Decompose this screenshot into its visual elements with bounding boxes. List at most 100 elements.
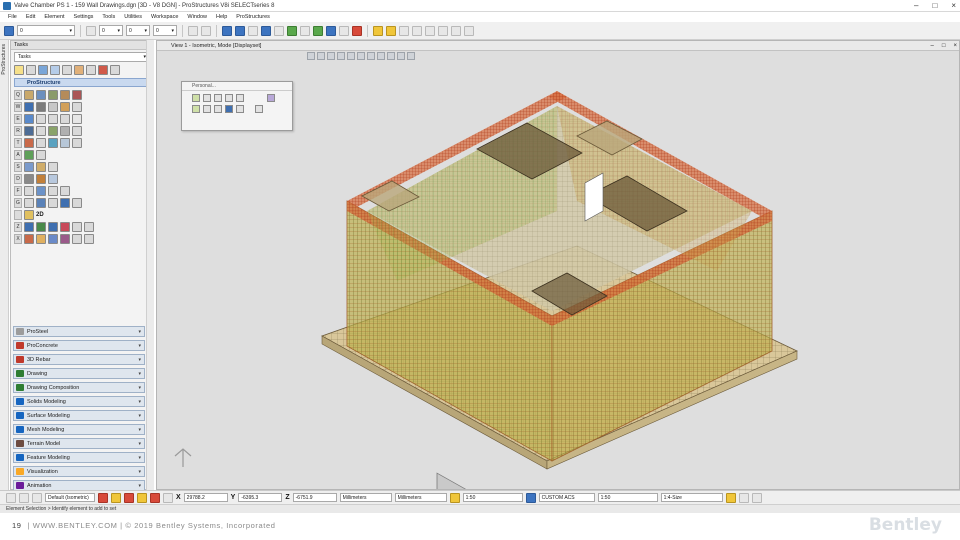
settings-icon[interactable]	[48, 126, 58, 136]
menu-window[interactable]: Window	[187, 14, 207, 20]
plot-icon[interactable]	[60, 198, 70, 208]
references-icon[interactable]	[248, 25, 258, 36]
no-entry-icon[interactable]	[352, 25, 362, 36]
lock-toggle-icon[interactable]	[449, 492, 460, 503]
join-icon[interactable]	[60, 114, 70, 124]
dimension-icon[interactable]	[36, 186, 46, 196]
fill-tool-icon[interactable]	[225, 105, 233, 113]
text-icon[interactable]	[48, 186, 58, 196]
task-item[interactable]: ProConcrete ▾	[13, 340, 145, 351]
acs-icon[interactable]	[525, 492, 536, 503]
center-icon[interactable]	[137, 492, 147, 503]
footing-icon[interactable]	[72, 90, 82, 100]
2d-icon[interactable]	[24, 210, 34, 220]
arrow-icon[interactable]	[72, 222, 82, 232]
line-icon[interactable]	[48, 162, 58, 172]
snap-icon[interactable]	[32, 492, 42, 503]
menu-prostructures[interactable]: ProStructures	[236, 14, 270, 20]
task-item[interactable]: Drawing ▾	[13, 368, 145, 379]
beam-icon[interactable]	[24, 90, 34, 100]
menu-edit[interactable]: Edit	[26, 14, 35, 20]
intersection-icon[interactable]	[150, 492, 160, 503]
display-styles-icon[interactable]	[274, 25, 284, 36]
tool-icon[interactable]	[24, 234, 34, 244]
rebar-set-icon[interactable]	[36, 138, 46, 148]
mirror-icon[interactable]	[86, 65, 96, 75]
ramp-icon[interactable]	[60, 102, 70, 112]
maximize-button[interactable]: □	[932, 1, 937, 10]
measure-icon[interactable]	[339, 25, 349, 36]
robot-icon[interactable]	[60, 126, 70, 136]
view-select[interactable]: Default (Isometric)	[45, 493, 95, 502]
place-circle-icon[interactable]	[225, 94, 233, 102]
task-item[interactable]: 3D Rebar ▾	[13, 354, 145, 365]
catalog-icon[interactable]	[48, 234, 58, 244]
menu-tools[interactable]: Tools	[102, 14, 115, 20]
x-field[interactable]: 29788.2	[183, 493, 228, 502]
sheet-icon[interactable]	[48, 174, 58, 184]
shape-icon[interactable]	[24, 102, 34, 112]
template-icon[interactable]	[24, 174, 34, 184]
levels-icon[interactable]	[261, 25, 271, 36]
grid-icon[interactable]	[399, 25, 409, 36]
drawing-icon[interactable]	[36, 198, 46, 208]
tasks-scrollbar[interactable]	[146, 40, 154, 490]
modify-icon[interactable]	[62, 65, 72, 75]
rotate-icon[interactable]	[26, 65, 36, 75]
task-item[interactable]: Drawing Composition ▾	[13, 382, 145, 393]
task-item[interactable]: Solids Modeling ▾	[13, 396, 145, 407]
task-item[interactable]: Mesh Modeling ▾	[13, 424, 145, 435]
acs-select[interactable]: CUSTOM ACS	[538, 493, 595, 502]
save-icon[interactable]	[222, 25, 232, 36]
note-icon[interactable]	[60, 186, 70, 196]
unit-select-2[interactable]: Millimeters	[394, 493, 447, 502]
task-item[interactable]: ProSteel ▾	[13, 326, 145, 337]
trim-tool-icon[interactable]	[236, 105, 244, 113]
wall-icon[interactable]	[48, 90, 58, 100]
stair-icon[interactable]	[48, 102, 58, 112]
document-icon[interactable]	[72, 114, 82, 124]
hatch-icon[interactable]	[412, 25, 422, 36]
library-icon[interactable]	[36, 234, 46, 244]
menu-help[interactable]: Help	[216, 14, 227, 20]
menu-element[interactable]: Element	[44, 14, 64, 20]
export-icon[interactable]	[84, 222, 94, 232]
scale-select-2[interactable]: 1:50	[597, 493, 658, 502]
render-icon[interactable]	[313, 25, 323, 36]
lock-status-icon[interactable]	[751, 492, 762, 503]
cluster-icon[interactable]	[60, 234, 70, 244]
view-window[interactable]: View 1 - Isometric, Mode [Displayset] – …	[156, 40, 960, 490]
prostructure-section-header[interactable]: ProStructure	[14, 78, 150, 87]
color-swatch-icon[interactable]	[86, 25, 96, 36]
frame-icon[interactable]	[24, 198, 34, 208]
label-icon[interactable]	[72, 126, 82, 136]
tasks-select[interactable]: Tasks ▾	[14, 52, 150, 62]
slab-icon[interactable]	[60, 90, 70, 100]
view-icon[interactable]	[36, 150, 46, 160]
copy-tool-icon[interactable]	[203, 105, 211, 113]
cylinder-icon[interactable]	[36, 162, 46, 172]
menu-workspace[interactable]: Workspace	[151, 14, 178, 20]
view-minimize-button[interactable]: –	[931, 43, 934, 49]
clock-icon[interactable]	[24, 186, 34, 196]
add-icon[interactable]	[24, 114, 34, 124]
edit-icon[interactable]	[72, 102, 82, 112]
detail-icon[interactable]	[24, 222, 34, 232]
copy-icon[interactable]	[50, 65, 60, 75]
models-icon[interactable]	[235, 25, 245, 36]
element-selection-icon[interactable]	[4, 25, 14, 36]
style-select[interactable]: 0 ▾	[153, 25, 177, 36]
grid-toggle-icon[interactable]	[738, 492, 749, 503]
offset-tool-icon[interactable]	[214, 105, 222, 113]
task-item[interactable]: Surface Modeling ▾	[13, 410, 145, 421]
attributes-icon[interactable]	[110, 65, 120, 75]
opening-icon[interactable]	[36, 102, 46, 112]
lock-icon[interactable]	[98, 492, 108, 503]
document-tool-icon[interactable]	[255, 105, 263, 113]
close-button[interactable]: ×	[951, 1, 956, 10]
keypoint-icon[interactable]	[111, 492, 121, 503]
cloud-icon[interactable]	[72, 234, 82, 244]
color-select[interactable]: 0 ▾	[99, 25, 123, 36]
wall-opening[interactable]	[436, 472, 476, 490]
person-icon[interactable]	[24, 150, 34, 160]
